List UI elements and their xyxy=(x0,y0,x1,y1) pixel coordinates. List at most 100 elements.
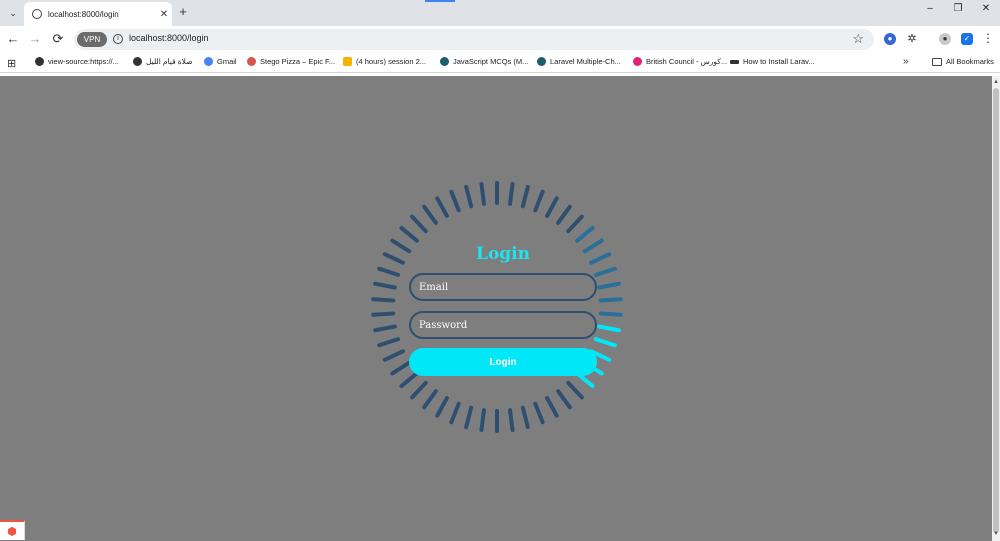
site-icon xyxy=(730,59,739,64)
ring-dash xyxy=(520,184,530,209)
menu-button[interactable]: ⋮ xyxy=(979,31,997,45)
ring-dash xyxy=(533,189,545,213)
ring-dash xyxy=(508,181,515,206)
more-bookmarks-icon[interactable]: » xyxy=(903,56,909,67)
address-bar[interactable]: VPN i localhost:8000/login ☆ xyxy=(74,29,874,50)
ring-dash xyxy=(382,349,405,362)
ring-dash xyxy=(373,324,397,333)
forward-button[interactable]: → xyxy=(26,31,44,46)
ring-dash xyxy=(593,266,617,277)
bookmark-item[interactable]: JavaScript MCQs (M... xyxy=(440,57,528,66)
scroll-thumb[interactable] xyxy=(993,88,999,533)
ring-dash xyxy=(593,337,617,348)
scroll-down-icon[interactable]: ▼ xyxy=(993,531,999,537)
ring-dash xyxy=(449,189,461,213)
all-bookmarks-button[interactable]: All Bookmarks xyxy=(932,57,994,66)
ring-dash xyxy=(598,311,623,317)
ring-dash xyxy=(545,196,559,218)
back-button[interactable]: ← xyxy=(4,31,22,46)
ring-dash xyxy=(545,396,559,418)
ring-dash xyxy=(598,297,623,303)
shield-extension-icon[interactable]: ● xyxy=(884,33,896,45)
ring-dash xyxy=(575,225,595,243)
site-icon xyxy=(537,57,546,66)
url-text[interactable]: localhost:8000/login xyxy=(129,33,209,43)
email-field[interactable] xyxy=(409,273,597,301)
bookmarks-bar: ⊞ view-source:https://... صلاة قيام اللي… xyxy=(0,53,1000,73)
ring-dash xyxy=(422,204,438,225)
ring-dash xyxy=(371,311,396,317)
stego-icon xyxy=(247,57,256,66)
ring-dash xyxy=(479,408,486,433)
minimize-button[interactable]: – xyxy=(920,3,940,14)
scrollbar[interactable]: ▲ ▼ xyxy=(992,76,1000,541)
restore-button[interactable]: ❐ xyxy=(948,3,968,14)
ring-dash xyxy=(435,396,449,418)
site-info-icon[interactable]: i xyxy=(113,34,123,44)
scroll-up-icon[interactable]: ▲ xyxy=(993,79,999,85)
bookmark-item[interactable]: Stego Pizza – Epic F... xyxy=(247,57,335,66)
ring-dash xyxy=(520,405,530,430)
ring-dash xyxy=(399,371,419,389)
bookmark-item[interactable]: How to Install Larav... xyxy=(730,57,815,66)
ring-dash xyxy=(556,389,572,410)
laravel-debugbar-icon[interactable]: ⬢ xyxy=(0,520,25,540)
vpn-badge[interactable]: VPN xyxy=(77,32,107,47)
site-icon xyxy=(440,57,449,66)
login-title: Login xyxy=(476,244,530,264)
ring-dash xyxy=(390,360,412,376)
ring-dash xyxy=(435,196,449,218)
ring-dash xyxy=(377,266,401,277)
bookmark-item[interactable]: (4 hours) session 2... xyxy=(343,57,426,66)
loading-ring xyxy=(371,181,623,433)
ring-dash xyxy=(399,225,419,243)
globe-icon xyxy=(32,9,42,19)
ring-dash xyxy=(449,401,461,425)
toolbar: ← → ⟳ VPN i localhost:8000/login ☆ ● ✲ ●… xyxy=(0,26,1000,53)
window-close-button[interactable]: ✕ xyxy=(976,3,996,14)
ring-dash xyxy=(371,297,396,303)
login-button[interactable]: Login xyxy=(409,348,597,376)
tab-strip-accent xyxy=(425,0,455,2)
ring-dash xyxy=(464,184,474,209)
apps-icon[interactable]: ⊞ xyxy=(7,57,16,70)
bookmark-item[interactable]: صلاة قيام الليل xyxy=(133,57,193,66)
bookmark-item[interactable]: Gmail xyxy=(204,57,237,66)
tab-title: localhost:8000/login xyxy=(48,9,119,19)
tab-strip: ⌄ localhost:8000/login ✕ + – ❐ ✕ xyxy=(0,0,1000,26)
ring-dash xyxy=(464,405,474,430)
new-tab-button[interactable]: + xyxy=(175,4,191,19)
ring-dash xyxy=(479,181,486,206)
tab-search-button[interactable]: ⌄ xyxy=(4,4,22,22)
ring-dash xyxy=(566,214,584,234)
profile-icon[interactable]: ● xyxy=(939,33,951,45)
ring-dash xyxy=(373,281,397,290)
slides-icon xyxy=(343,57,352,66)
bookmark-item[interactable]: view-source:https://... xyxy=(35,57,119,66)
bookmark-item[interactable]: British Council - كورس... xyxy=(633,57,727,66)
ring-dash xyxy=(508,408,515,433)
tab-localhost-login[interactable]: localhost:8000/login ✕ xyxy=(24,2,172,26)
puzzle-icon[interactable]: ✲ xyxy=(906,33,918,45)
ring-dash xyxy=(390,238,412,254)
british-council-icon xyxy=(633,57,642,66)
ring-dash xyxy=(597,324,621,333)
ring-dash xyxy=(422,389,438,410)
ring-dash xyxy=(566,380,584,400)
bookmark-star-icon[interactable]: ☆ xyxy=(852,31,864,47)
reload-button[interactable]: ⟳ xyxy=(49,31,67,47)
ring-dash xyxy=(597,281,621,290)
browser-chrome: ⌄ localhost:8000/login ✕ + – ❐ ✕ ← → ⟳ V… xyxy=(0,0,1000,76)
ring-dash xyxy=(533,401,545,425)
globe-icon xyxy=(35,57,44,66)
close-tab-icon[interactable]: ✕ xyxy=(156,9,172,20)
ring-dash xyxy=(556,204,572,225)
folder-icon xyxy=(932,57,942,66)
bookmark-item[interactable]: Laravel Multiple-Ch... xyxy=(537,57,621,66)
globe-icon xyxy=(133,57,142,66)
google-icon xyxy=(204,57,213,66)
password-field[interactable] xyxy=(409,311,597,339)
ring-dash xyxy=(382,252,405,265)
ring-dash xyxy=(410,214,428,234)
security-extension-icon[interactable]: ✓ xyxy=(961,33,973,45)
